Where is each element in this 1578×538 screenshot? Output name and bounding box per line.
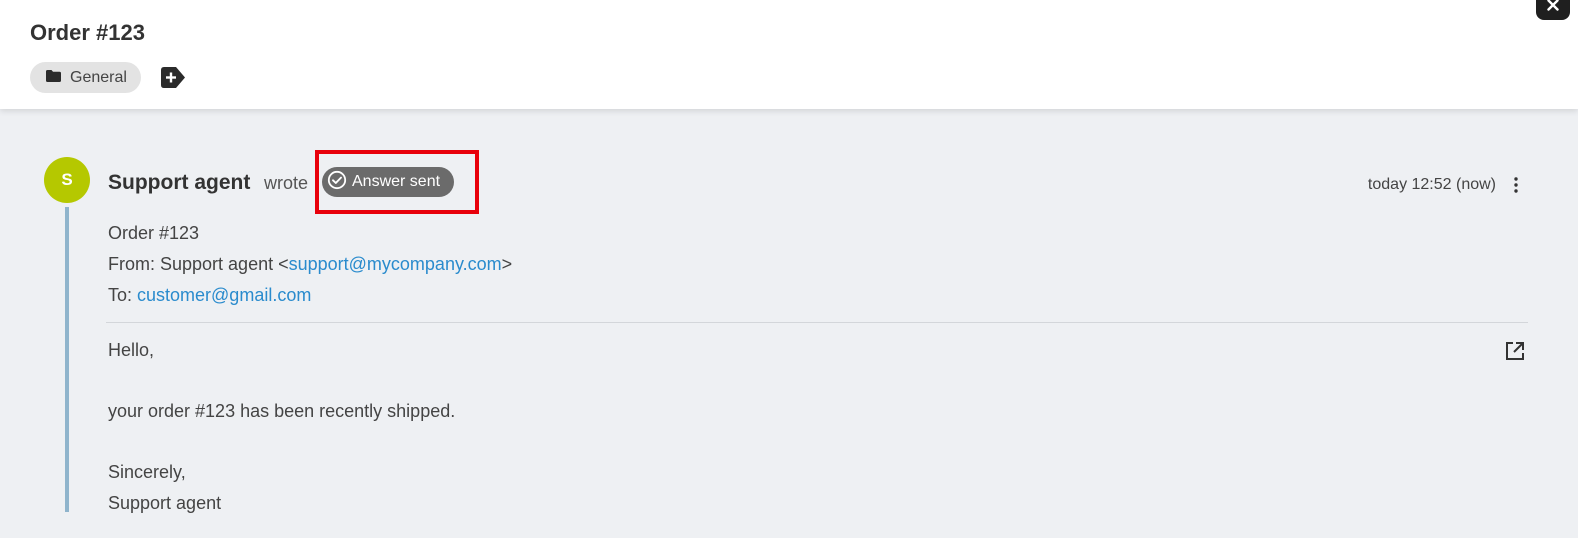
page-title: Order #123 (30, 20, 145, 45)
add-tag-icon[interactable] (161, 67, 185, 88)
highlight-box (315, 150, 479, 214)
article: S Support agent wrote Answer sent today … (0, 145, 1578, 538)
more-vertical-icon (1509, 177, 1523, 199)
from-email-link[interactable]: support@mycompany.com (289, 254, 502, 274)
body-line: your order #123 has been recently shippe… (108, 401, 456, 421)
more-actions-button[interactable] (1509, 175, 1523, 195)
body-line (108, 427, 455, 458)
from-suffix: > (501, 254, 513, 274)
open-external-icon (1504, 342, 1526, 366)
body-line: Support agent (108, 492, 222, 513)
to-prefix: To: (108, 285, 138, 305)
open-external-button[interactable] (1504, 340, 1526, 362)
to-email-link[interactable]: customer@gmail.com (137, 285, 311, 305)
article-from: From: Support agent <support@mycompany.c… (108, 249, 512, 280)
from-prefix: From: Support agent < (108, 254, 289, 274)
avatar[interactable]: S (44, 157, 90, 203)
ticket-header: Order #123 General (0, 0, 1578, 109)
article-meta: Order #123 From: Support agent <support@… (108, 218, 512, 311)
wrote-label: wrote (264, 173, 309, 193)
close-button[interactable] (1536, 0, 1570, 20)
tag-general[interactable]: General (30, 62, 141, 93)
divider (106, 322, 1528, 323)
body-line: Hello, (108, 340, 155, 360)
article-to: To: customer@gmail.com (108, 280, 512, 311)
tag-label: General (70, 68, 127, 86)
article-subject: Order #123 (108, 223, 200, 243)
folder-icon (46, 69, 61, 87)
thread-line (65, 207, 69, 512)
body-line: Sincerely, (108, 462, 186, 482)
body-line (108, 366, 455, 397)
article-body: Hello, your order #123 has been recently… (108, 335, 455, 518)
close-icon (1547, 0, 1559, 16)
sender-name[interactable]: Support agent (108, 171, 250, 195)
article-timestamp: today 12:52 (now) (1367, 176, 1496, 193)
